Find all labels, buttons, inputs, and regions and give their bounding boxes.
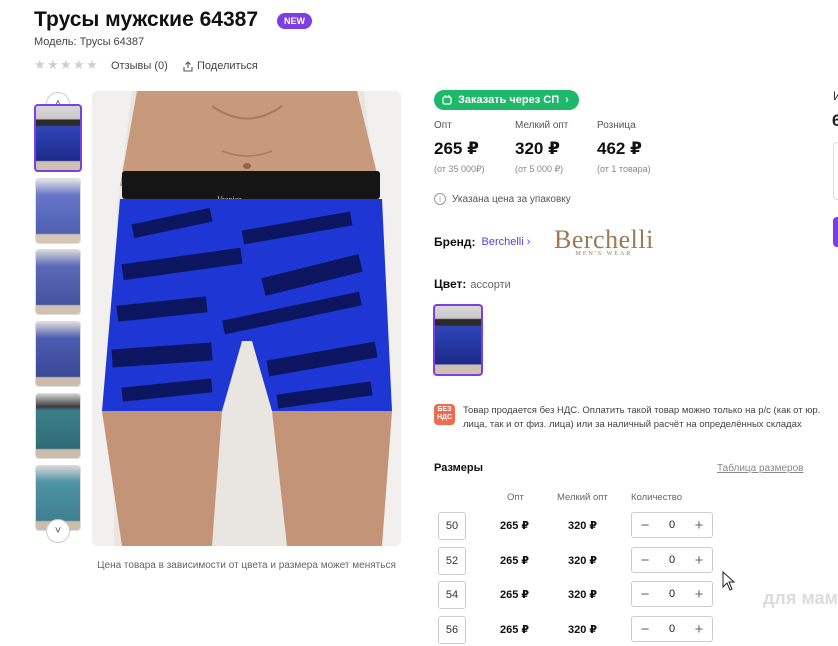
quantity-value[interactable]: 0 [669, 554, 675, 566]
price-condition: (от 35 000₽) [434, 164, 485, 174]
vat-notice: БЕЗ НДС Товар продается без НДС. Оплатить… [434, 404, 823, 432]
brand-link[interactable]: Berchelli › [482, 236, 531, 248]
color-label: Цвет: [434, 277, 467, 291]
quantity-value[interactable]: 0 [669, 519, 675, 531]
color-value: ассорти [470, 279, 511, 291]
price-small-opt: Мелкий опт 320 ₽ (от 5 000 ₽) [515, 120, 568, 175]
small-opt-price-cell: 320 ₽ [568, 589, 598, 601]
thumbnail-2[interactable] [35, 178, 81, 244]
brand-logo-text: Berchelli [554, 225, 654, 254]
share-button[interactable]: Поделиться [183, 60, 258, 72]
cart-icon [442, 95, 452, 105]
plus-button[interactable]: + [692, 586, 706, 603]
star-icon: ★ [60, 57, 72, 72]
cut-off-price: 6 [832, 111, 838, 130]
minus-button[interactable]: − [638, 621, 652, 638]
thumbnail-3[interactable] [35, 249, 81, 315]
small-opt-price-cell: 320 ₽ [568, 624, 598, 636]
thumbnail-strip: ˄ ˅ [34, 92, 82, 544]
minus-button[interactable]: − [638, 552, 652, 569]
thumbnail-5[interactable] [35, 393, 81, 459]
quantity-value[interactable]: 0 [669, 588, 675, 600]
star-icon: ★ [47, 57, 59, 72]
info-icon: i [434, 193, 446, 205]
size-row: 56 265 ₽ 320 ₽ − 0 + [438, 616, 728, 646]
cut-off-label: И [833, 89, 838, 103]
color-swatch-assorted[interactable] [433, 304, 483, 376]
opt-price-cell: 265 ₽ [500, 520, 530, 532]
quantity-stepper: − 0 + [631, 581, 713, 607]
product-title: Трусы мужские 64387 [34, 8, 258, 31]
mouse-cursor-icon [722, 571, 736, 591]
star-icon: ★ [34, 57, 46, 72]
vat-notice-text: Товар продается без НДС. Оплатить такой … [463, 405, 821, 430]
size-cell: 50 [438, 512, 466, 540]
color-row: Цвет: ассорти [434, 277, 511, 291]
size-cell: 56 [438, 616, 466, 644]
order-via-sp-label: Заказать через СП [458, 94, 560, 106]
opt-price-cell: 265 ₽ [500, 624, 530, 636]
size-row: 52 265 ₽ 320 ₽ − 0 + [438, 547, 728, 577]
price-condition: (от 5 000 ₽) [515, 164, 564, 174]
quantity-value[interactable]: 0 [669, 623, 675, 635]
quantity-stepper: − 0 + [631, 616, 713, 642]
plus-button[interactable]: + [692, 552, 706, 569]
price-opt: Опт 265 ₽ (от 35 000₽) [434, 120, 485, 175]
photo-caption: Цена товара в зависимости от цвета и раз… [97, 560, 396, 571]
quantity-stepper: − 0 + [631, 547, 713, 573]
size-cell: 52 [438, 547, 466, 575]
quantity-stepper: − 0 + [631, 512, 713, 538]
thumbnail-4[interactable] [35, 321, 81, 387]
chevron-right-icon: › [565, 94, 569, 106]
brand-logo[interactable]: Berchelli MEN'S WEAR [554, 225, 654, 258]
opt-price-cell: 265 ₽ [500, 589, 530, 601]
chevron-down-icon[interactable]: ˅ [46, 519, 70, 543]
size-row: 54 265 ₽ 320 ₽ − 0 + [438, 581, 728, 611]
opt-price-cell: 265 ₽ [500, 555, 530, 567]
thumbnail-1[interactable] [34, 104, 82, 172]
cut-off-button[interactable] [833, 217, 838, 247]
size-row: 50 265 ₽ 320 ₽ − 0 + [438, 512, 728, 542]
column-header-small-opt: Мелкий опт [557, 492, 608, 503]
price-value: 320 ₽ [515, 139, 560, 158]
watermark-logo: для мам [763, 588, 838, 608]
share-icon [183, 60, 193, 72]
size-cell: 54 [438, 581, 466, 609]
star-icon: ★ [73, 57, 85, 72]
price-label: Розница [597, 120, 636, 131]
package-price-note: i Указана цена за упаковку [434, 193, 571, 205]
size-chart-link[interactable]: Таблица размеров [717, 463, 803, 474]
column-header-quantity: Количество [631, 492, 683, 503]
product-model: Модель: Трусы 64387 [34, 36, 145, 48]
minus-button[interactable]: − [638, 586, 652, 603]
price-label: Мелкий опт [515, 120, 569, 131]
order-via-sp-button[interactable]: Заказать через СП › [434, 90, 579, 110]
sizes-title: Размеры [434, 462, 484, 474]
small-opt-price-cell: 320 ₽ [568, 520, 598, 532]
price-label: Опт [434, 120, 452, 131]
brand-row: Бренд: Berchelli › [434, 235, 530, 249]
brand-label: Бренд: [434, 235, 476, 249]
plus-button[interactable]: + [692, 517, 706, 534]
brand-name: Berchelli [481, 236, 524, 248]
no-vat-icon: БЕЗ НДС [434, 404, 455, 425]
price-value: 462 ₽ [597, 139, 642, 158]
minus-button[interactable]: − [638, 517, 652, 534]
reviews-link[interactable]: Отзывы (0) [111, 60, 168, 72]
column-header-opt: Опт [507, 492, 524, 503]
share-label: Поделиться [197, 60, 258, 72]
package-note-text: Указана цена за упаковку [452, 193, 571, 205]
small-opt-price-cell: 320 ₽ [568, 555, 598, 567]
main-product-photo[interactable]: Veenice [92, 91, 401, 546]
cut-off-panel [833, 142, 838, 200]
price-condition: (от 1 товара) [597, 164, 651, 174]
rating-stars[interactable]: ★ ★ ★ ★ ★ [34, 57, 98, 72]
plus-button[interactable]: + [692, 621, 706, 638]
price-retail: Розница 462 ₽ (от 1 товара) [597, 120, 651, 174]
star-icon: ★ [86, 57, 98, 72]
new-badge: NEW [277, 13, 312, 29]
price-value: 265 ₽ [434, 139, 479, 158]
